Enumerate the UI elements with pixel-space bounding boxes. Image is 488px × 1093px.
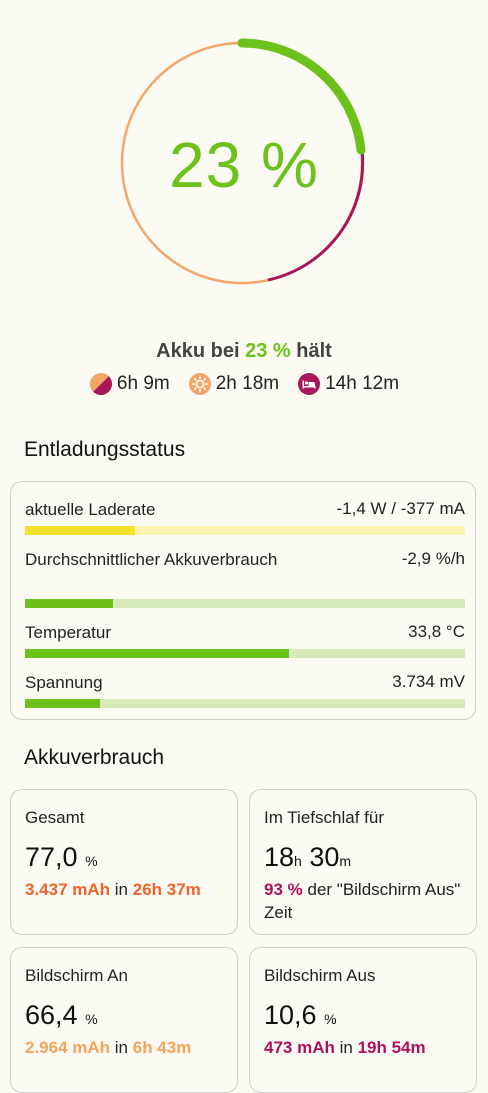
usage-value-unit: % bbox=[85, 853, 98, 869]
usage-card-sub: 93 % der "Bildschirm Aus" Zeit bbox=[264, 878, 469, 924]
akku-summary: Akku bei 23 % hält bbox=[0, 340, 488, 363]
usage-card-value: 77,0 % bbox=[25, 842, 98, 873]
stat-charge-rate: aktuelle Laderate -1,4 W / -377 mA bbox=[25, 499, 465, 535]
usage-mah: 2.964 mAh bbox=[25, 1038, 111, 1057]
stat-voltage: Spannung 3.734 mV bbox=[25, 672, 465, 708]
akku-prefix: Akku bei bbox=[156, 340, 240, 362]
stat-bar-fill bbox=[25, 599, 113, 608]
usage-card-title: Bildschirm An bbox=[25, 966, 128, 985]
stat-label: Durchschnittlicher Akkuverbrauch bbox=[25, 550, 278, 569]
usage-value-unit: % bbox=[324, 1011, 337, 1027]
usage-card-value: 18h 30m bbox=[264, 842, 351, 873]
stat-value: 33,8 °C bbox=[408, 622, 465, 641]
usage-card-title: Im Tiefschlaf für bbox=[264, 808, 384, 827]
usage-card-title: Bildschirm Aus bbox=[264, 966, 376, 985]
time-total-value: 6h 9m bbox=[116, 373, 170, 394]
half-moon-icon bbox=[89, 373, 112, 396]
deep-sleep-hours-unit: h bbox=[294, 853, 302, 869]
sun-icon bbox=[188, 373, 211, 395]
usage-time: 26h 37m bbox=[132, 880, 201, 899]
time-total: 6h 9m bbox=[89, 372, 170, 396]
time-screen-on: 2h 18m bbox=[188, 372, 279, 396]
usage-in: in bbox=[114, 1038, 129, 1057]
usage-value-number: 66,4 bbox=[25, 1000, 78, 1030]
stat-value: -1,4 W / -377 mA bbox=[336, 499, 465, 518]
usage-card-total[interactable]: Gesamt 77,0 % 3.437 mAh in 26h 37m bbox=[10, 789, 238, 935]
bed-icon bbox=[298, 373, 321, 395]
akku-suffix: hält bbox=[296, 340, 332, 362]
remaining-times: 6h 9m 2h 18m 14h 12m bbox=[0, 372, 488, 396]
time-screen-off: 14h 12m bbox=[297, 372, 399, 396]
usage-value-number: 10,6 bbox=[264, 1000, 317, 1030]
usage-card-value: 10,6 % bbox=[264, 1000, 337, 1031]
discharge-title: Entladungsstatus bbox=[24, 438, 186, 461]
discharge-card: aktuelle Laderate -1,4 W / -377 mA Durch… bbox=[10, 481, 476, 720]
deep-sleep-minutes: 30 bbox=[309, 842, 340, 872]
usage-in: in bbox=[339, 1038, 353, 1057]
usage-time: 6h 43m bbox=[132, 1038, 192, 1057]
stat-bar bbox=[25, 599, 465, 608]
usage-value-number: 77,0 bbox=[25, 842, 78, 872]
battery-percent: 23 % bbox=[169, 129, 319, 201]
usage-card-sub: 3.437 mAh in 26h 37m bbox=[25, 878, 230, 901]
stat-value: 3.734 mV bbox=[392, 672, 465, 691]
stat-bar bbox=[25, 649, 465, 658]
stat-value: -2,9 %/h bbox=[401, 549, 465, 568]
usage-title: Akkuverbrauch bbox=[24, 746, 165, 769]
time-screen-off-value: 14h 12m bbox=[325, 373, 400, 394]
time-screen-on-value: 2h 18m bbox=[215, 373, 280, 394]
usage-card-deep-sleep[interactable]: Im Tiefschlaf für 18h 30m 93 % der "Bild… bbox=[249, 789, 477, 935]
usage-mah: 3.437 mAh bbox=[25, 880, 111, 899]
stat-temperature: Temperatur 33,8 °C bbox=[25, 622, 465, 658]
usage-card-title: Gesamt bbox=[25, 808, 85, 827]
usage-card-value: 66,4 % bbox=[25, 1000, 98, 1031]
battery-gauge: 23 % bbox=[0, 0, 488, 320]
usage-card-sub: 2.964 mAh in 6h 43m bbox=[25, 1036, 230, 1059]
deep-sleep-pct: 93 % bbox=[264, 880, 303, 899]
usage-value-unit: % bbox=[85, 1011, 98, 1027]
stat-average-usage: Durchschnittlicher Akkuverbrauch -2,9 %/… bbox=[25, 549, 465, 608]
stat-bar-fill bbox=[25, 649, 289, 658]
usage-time: 19h 54m bbox=[357, 1038, 426, 1057]
deep-sleep-minutes-unit: m bbox=[339, 853, 352, 869]
stat-label: Temperatur bbox=[25, 623, 111, 642]
deep-sleep-hours: 18 bbox=[264, 842, 295, 872]
usage-card-sub: 473 mAh in 19h 54m bbox=[264, 1036, 469, 1059]
usage-card-screen-off[interactable]: Bildschirm Aus 10,6 % 473 mAh in 19h 54m bbox=[249, 947, 477, 1093]
usage-card-screen-on[interactable]: Bildschirm An 66,4 % 2.964 mAh in 6h 43m bbox=[10, 947, 238, 1093]
stat-bar-fill bbox=[25, 699, 100, 708]
stat-bar bbox=[25, 526, 465, 535]
stat-bar bbox=[25, 699, 465, 708]
akku-percent: 23 % bbox=[245, 340, 291, 362]
usage-mah: 473 mAh bbox=[264, 1038, 335, 1057]
usage-in: in bbox=[114, 880, 129, 899]
stat-bar-fill bbox=[25, 526, 135, 535]
